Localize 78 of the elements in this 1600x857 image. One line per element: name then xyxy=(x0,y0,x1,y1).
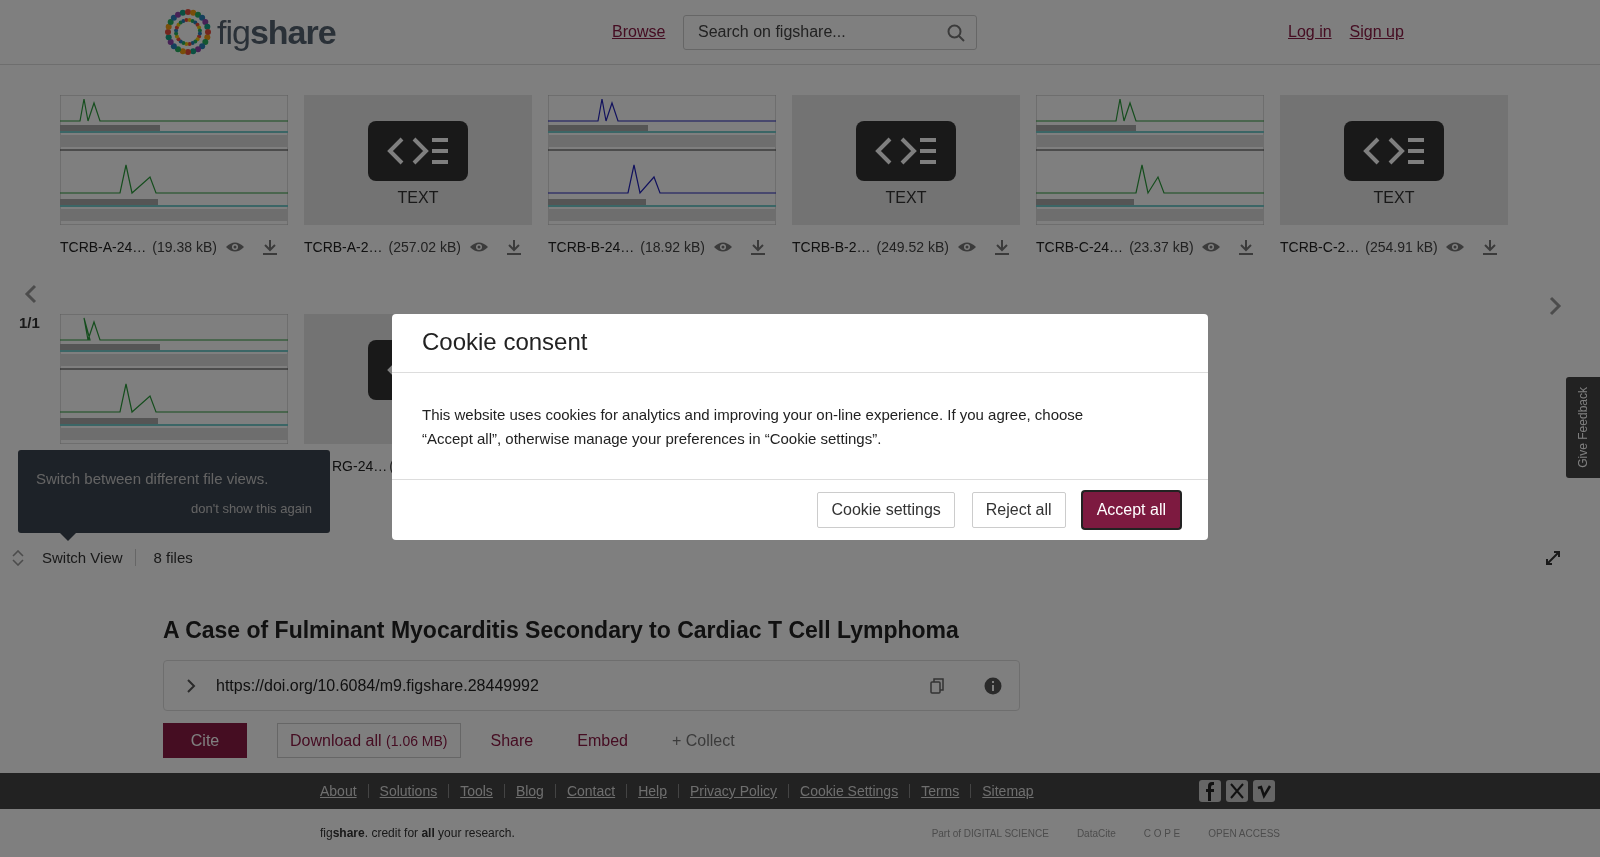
file-type-label: TEXT xyxy=(397,189,439,207)
login-link[interactable]: Log in xyxy=(1288,23,1332,41)
dialog-message: This website uses cookies for analytics and improving your on-line experience. If you agree, choose “Accept all”, otherwise manage your preferences in “Cookie settings”. xyxy=(422,405,1085,449)
file-count: 8 files xyxy=(153,549,193,566)
download-icon[interactable] xyxy=(262,239,278,255)
dialog-title: Cookie consent xyxy=(422,328,589,356)
file-name[interactable]: TCRB-B-24… xyxy=(548,239,635,255)
file-name[interactable]: TCRB-A-24… xyxy=(60,239,147,255)
eye-icon[interactable] xyxy=(225,241,245,253)
vimeo-icon[interactable] xyxy=(1253,780,1275,802)
facebook-icon[interactable] xyxy=(1199,780,1221,802)
code-file-icon xyxy=(368,121,468,181)
share-link[interactable]: Share xyxy=(490,731,534,750)
download-all-button[interactable]: Download all (1.06 MB) xyxy=(277,723,461,758)
switch-view-button[interactable]: Switch View xyxy=(42,549,136,566)
file-thumbnail[interactable]: TEXT xyxy=(304,95,532,225)
footer-link[interactable]: Solutions xyxy=(379,783,438,799)
dialog-button[interactable]: Reject all xyxy=(971,492,1066,528)
file-type-label: TEXT xyxy=(885,189,927,207)
doi-link[interactable]: https://doi.org/10.6084/m9.figshare.28449992 xyxy=(216,676,910,695)
signup-link[interactable]: Sign up xyxy=(1349,23,1404,41)
code-file-icon xyxy=(856,121,956,181)
chevron-right-icon[interactable] xyxy=(186,677,196,694)
file-size: (249.52 kB) xyxy=(876,239,949,255)
file-name[interactable]: TCRB-A-2… xyxy=(304,239,383,255)
logo-icon[interactable] xyxy=(163,7,213,57)
footer-link[interactable]: Terms xyxy=(921,783,960,799)
x-icon[interactable] xyxy=(1226,780,1248,802)
file-name[interactable]: TCRB-C-24… xyxy=(1036,239,1124,255)
download-icon[interactable] xyxy=(994,239,1010,255)
code-file-icon xyxy=(1344,121,1444,181)
eye-icon[interactable] xyxy=(1201,241,1221,253)
file-thumbnail[interactable]: TEXT xyxy=(792,95,1020,225)
copy-icon[interactable] xyxy=(930,677,944,694)
footer-link[interactable]: Sitemap xyxy=(982,783,1034,799)
download-icon[interactable] xyxy=(506,239,522,255)
download-icon[interactable] xyxy=(1238,239,1254,255)
page-indicator: 1/1 xyxy=(19,314,40,331)
footer-link[interactable]: About xyxy=(320,783,357,799)
file-name[interactable]: TCRB-C-2… xyxy=(1280,239,1360,255)
browse-link[interactable]: Browse xyxy=(612,23,683,41)
search-field[interactable]: Search on figshare... xyxy=(683,14,977,50)
item-title: A Case of Fulminant Myocarditis Secondary to Cardiac T Cell Lymphoma xyxy=(163,617,960,644)
file-size: (18.92 kB) xyxy=(640,239,705,255)
download-icon[interactable] xyxy=(750,239,766,255)
footer-link[interactable]: Blog xyxy=(515,783,544,799)
footer-link[interactable]: Privacy Policy xyxy=(689,783,778,799)
file-size: (257.02 kB) xyxy=(388,239,461,255)
eye-icon[interactable] xyxy=(713,241,733,253)
file-size: (19.38 kB) xyxy=(152,239,217,255)
footer-link[interactable]: Cookie Settings xyxy=(800,783,899,799)
footer-link[interactable]: Tools xyxy=(460,783,493,799)
file-size: (254.91 kB) xyxy=(1365,239,1438,255)
info-icon[interactable] xyxy=(984,676,1002,695)
expand-icon[interactable] xyxy=(1546,550,1560,565)
file-thumbnail[interactable]: TEXT xyxy=(1280,95,1508,225)
file-name[interactable]: RG-24… xyxy=(332,458,388,474)
footer-link[interactable]: Contact xyxy=(566,783,616,799)
embed-link[interactable]: Embed xyxy=(577,731,628,750)
dialog-button[interactable]: Cookie settings xyxy=(817,492,955,528)
switch-view-icon[interactable] xyxy=(12,549,24,566)
eye-icon[interactable] xyxy=(1445,241,1465,253)
file-name[interactable]: TCRB-B-2… xyxy=(792,239,871,255)
feedback-tab[interactable]: Give Feedback xyxy=(1566,377,1600,478)
eye-icon[interactable] xyxy=(469,241,489,253)
tagline: figshare. credit for all your research. xyxy=(320,826,515,840)
footer-link[interactable]: Help xyxy=(638,783,667,799)
collect-link[interactable]: + Collect xyxy=(671,731,735,750)
file-type-label: TEXT xyxy=(1373,189,1415,207)
search-icon[interactable] xyxy=(947,23,965,42)
cite-button[interactable]: Cite xyxy=(163,723,247,758)
tooltip-text: Switch between different file views. xyxy=(36,470,270,487)
dialog-button[interactable]: Accept all xyxy=(1082,492,1180,528)
dismiss-link[interactable]: don't show this again xyxy=(36,501,312,516)
file-size: (23.37 kB) xyxy=(1129,239,1194,255)
download-icon[interactable] xyxy=(1482,239,1498,255)
eye-icon[interactable] xyxy=(957,241,977,253)
logo-wordmark[interactable]: figshare xyxy=(217,12,336,52)
